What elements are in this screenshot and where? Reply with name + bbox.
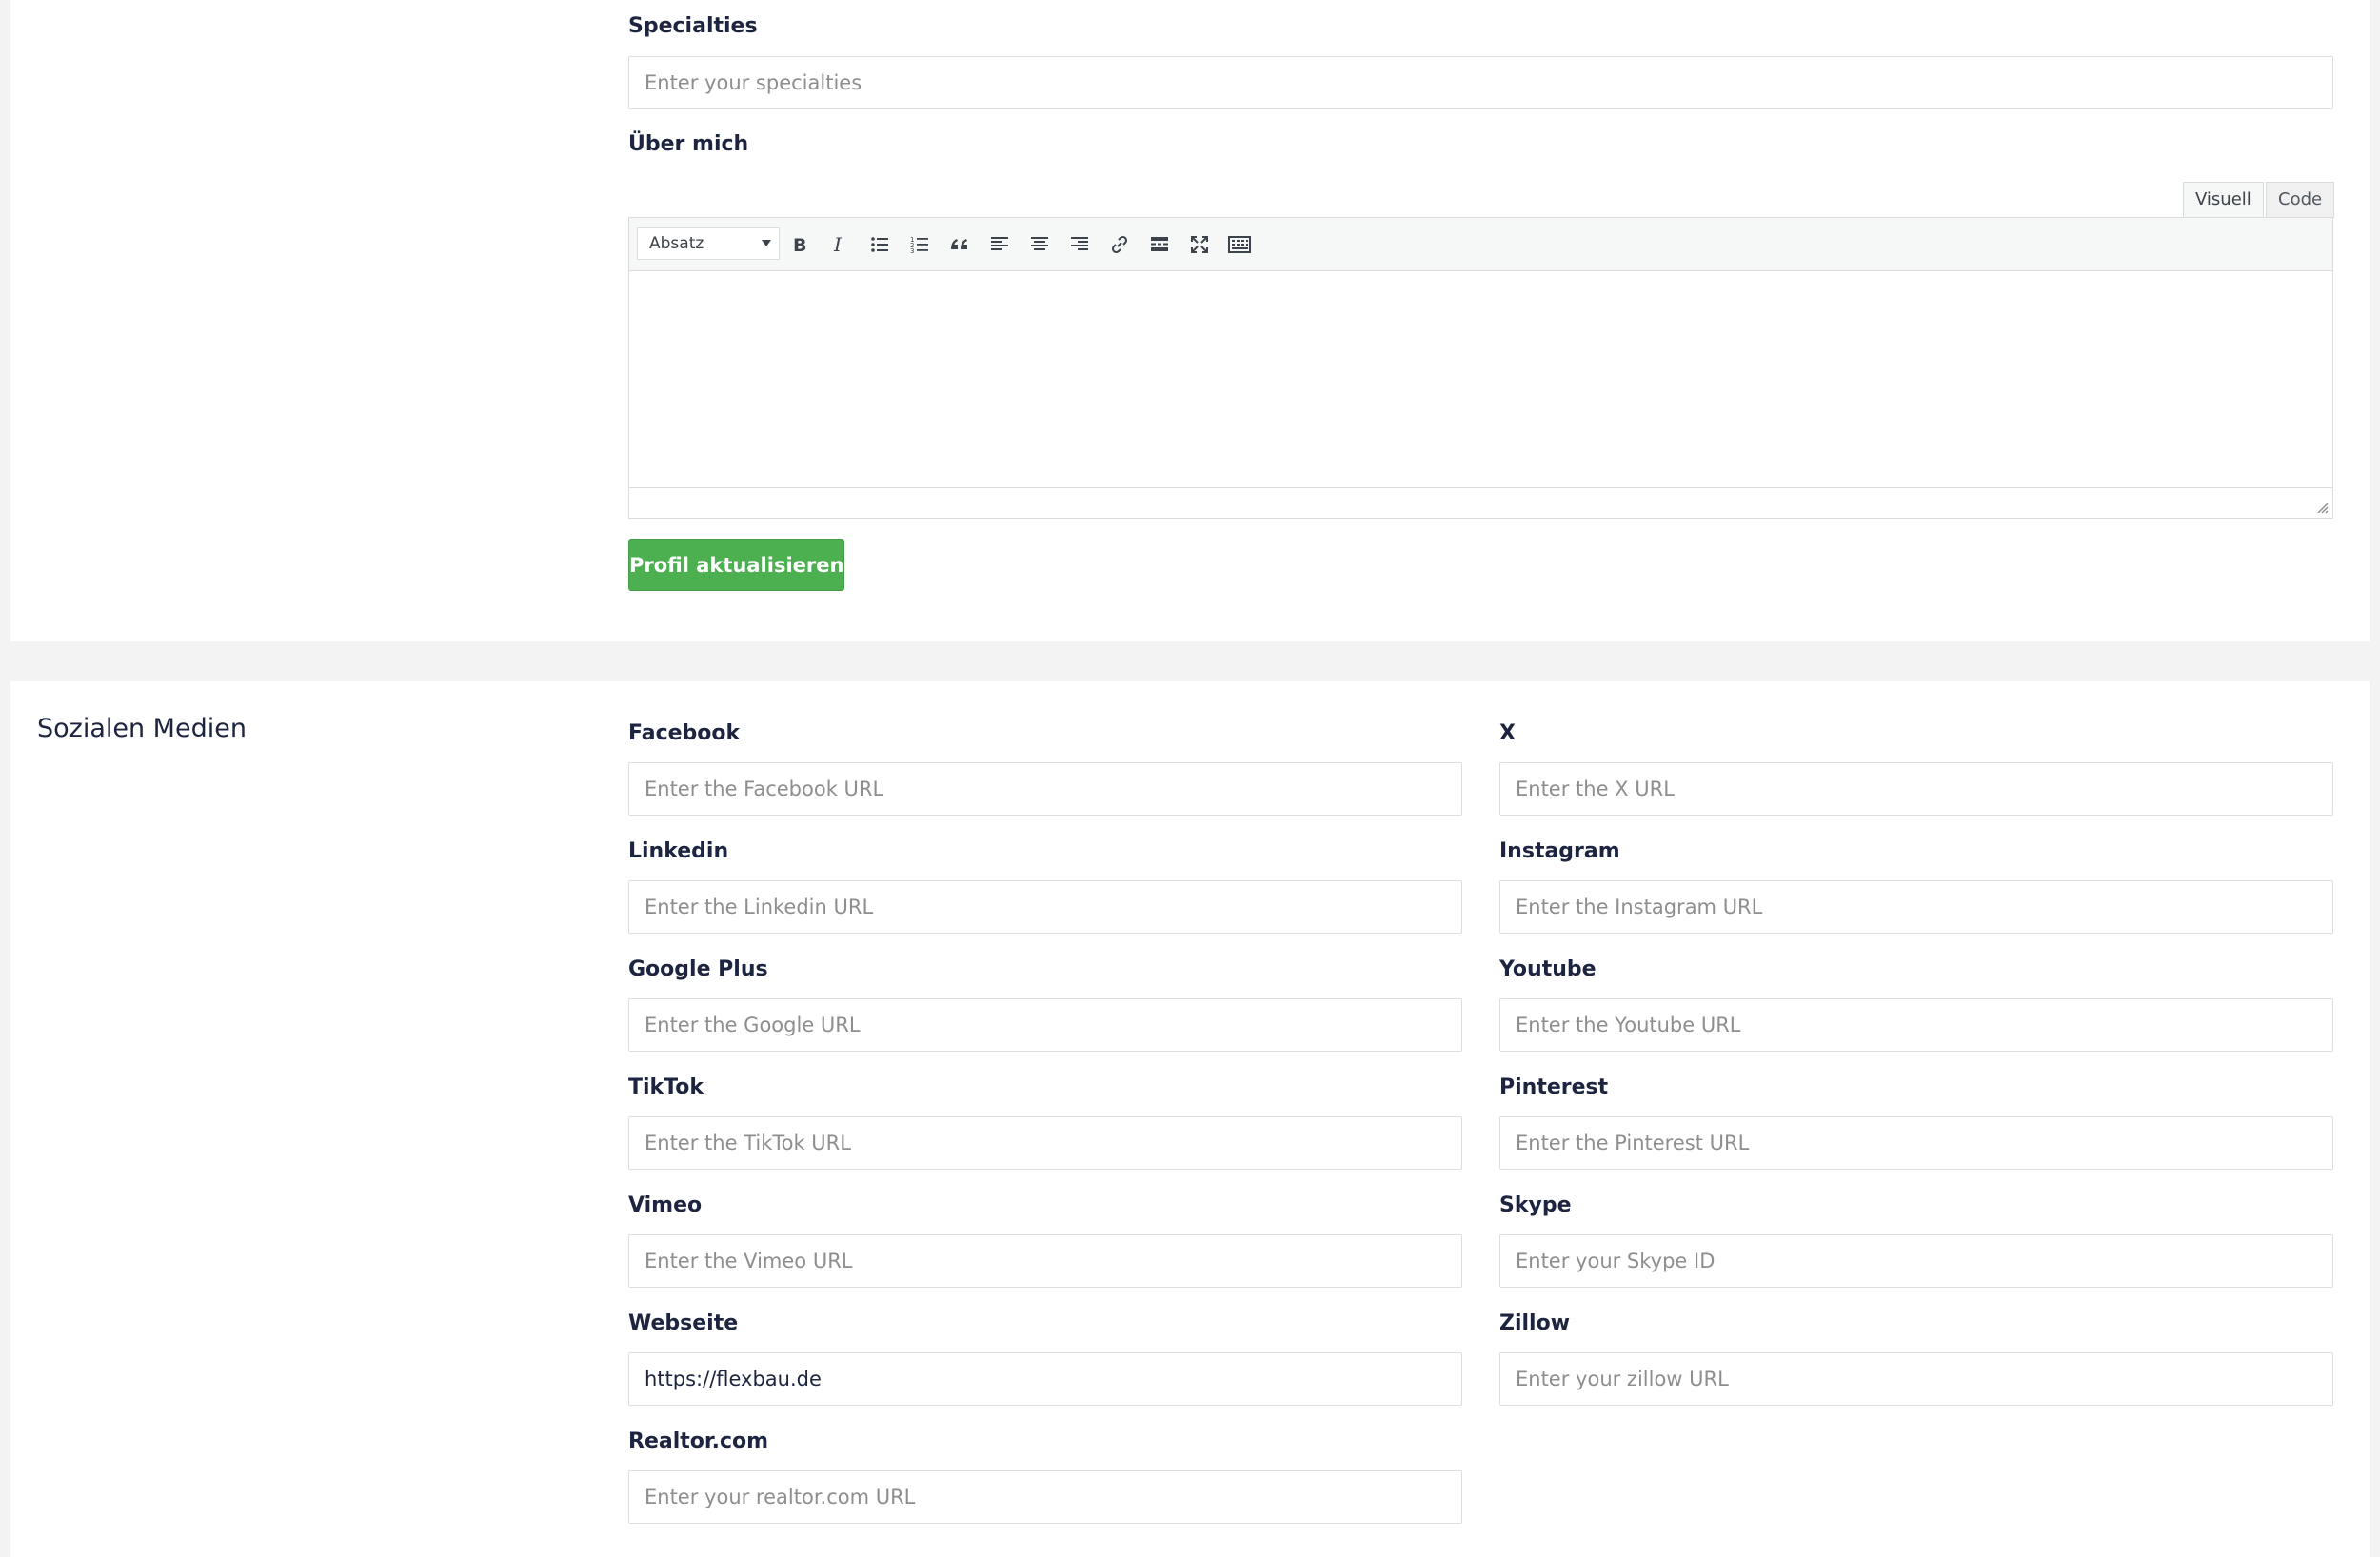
bullet-list-button[interactable] [864, 229, 895, 260]
format-select[interactable]: Absatz [637, 227, 780, 260]
italic-icon: I [833, 234, 843, 255]
bold-button[interactable]: B [784, 229, 815, 260]
instagram-input[interactable] [1499, 880, 2333, 934]
vimeo-label: Vimeo [628, 1193, 703, 1217]
align-center-icon [1031, 237, 1048, 250]
editor-toolbar: Absatz B I 123 [629, 218, 2332, 271]
tiktok-label: TikTok [628, 1075, 704, 1099]
website-label: Webseite [628, 1311, 739, 1335]
about-editor: Absatz B I 123 [628, 217, 2333, 519]
realtor-label: Realtor.com [628, 1429, 769, 1453]
toolbar-toggle-icon [1228, 236, 1251, 253]
x-input[interactable] [1499, 762, 2333, 816]
section-title: Sozialen Medien [37, 714, 247, 743]
website-input[interactable] [628, 1352, 1462, 1406]
numbered-list-button[interactable]: 123 [904, 229, 935, 260]
link-icon [1111, 235, 1128, 254]
zillow-input[interactable] [1499, 1352, 2333, 1406]
svg-text:B: B [793, 235, 806, 255]
google-label: Google Plus [628, 957, 768, 981]
editor-statusbar [629, 487, 2332, 518]
specialties-label: Specialties [628, 14, 758, 38]
blockquote-icon [951, 239, 967, 249]
youtube-label: Youtube [1499, 957, 1597, 981]
youtube-input[interactable] [1499, 998, 2333, 1052]
blockquote-button[interactable] [944, 229, 975, 260]
read-more-button[interactable] [1144, 229, 1175, 260]
numbered-list-icon: 123 [910, 236, 928, 255]
align-right-icon [1071, 237, 1088, 250]
skype-label: Skype [1499, 1193, 1572, 1217]
fullscreen-icon [1191, 236, 1208, 253]
zillow-label: Zillow [1499, 1311, 1571, 1335]
align-left-icon [991, 237, 1008, 250]
align-center-button[interactable] [1024, 229, 1055, 260]
tiktok-input[interactable] [628, 1116, 1462, 1170]
pinterest-label: Pinterest [1499, 1075, 1609, 1099]
facebook-input[interactable] [628, 762, 1462, 816]
realtor-input[interactable] [628, 1470, 1462, 1524]
update-profile-button[interactable]: Profil aktualisieren [628, 539, 844, 591]
skype-input[interactable] [1499, 1234, 2333, 1288]
resize-handle-icon[interactable] [2315, 501, 2329, 514]
chevron-down-icon [762, 240, 771, 246]
link-button[interactable] [1104, 229, 1135, 260]
tab-visual[interactable]: Visuell [2183, 182, 2264, 218]
align-left-button[interactable] [984, 229, 1015, 260]
x-label: X [1499, 721, 1516, 745]
tab-code[interactable]: Code [2266, 182, 2335, 218]
pinterest-input[interactable] [1499, 1116, 2333, 1170]
align-right-button[interactable] [1064, 229, 1095, 260]
italic-button[interactable]: I [824, 229, 855, 260]
svg-text:I: I [833, 234, 843, 255]
google-input[interactable] [628, 998, 1462, 1052]
bold-icon: B [793, 235, 806, 255]
editor-content-area[interactable] [629, 272, 2332, 487]
about-label: Über mich [628, 132, 749, 156]
vimeo-input[interactable] [628, 1234, 1462, 1288]
toolbar-toggle-button[interactable] [1224, 229, 1255, 260]
fullscreen-button[interactable] [1184, 229, 1215, 260]
facebook-label: Facebook [628, 721, 741, 745]
specialties-input[interactable] [628, 56, 2333, 109]
instagram-label: Instagram [1499, 839, 1620, 863]
format-select-value: Absatz [649, 234, 704, 253]
read-more-icon [1151, 237, 1168, 251]
svg-text:3: 3 [910, 247, 914, 255]
linkedin-input[interactable] [628, 880, 1462, 934]
bullet-list-icon [871, 237, 888, 252]
linkedin-label: Linkedin [628, 839, 729, 863]
